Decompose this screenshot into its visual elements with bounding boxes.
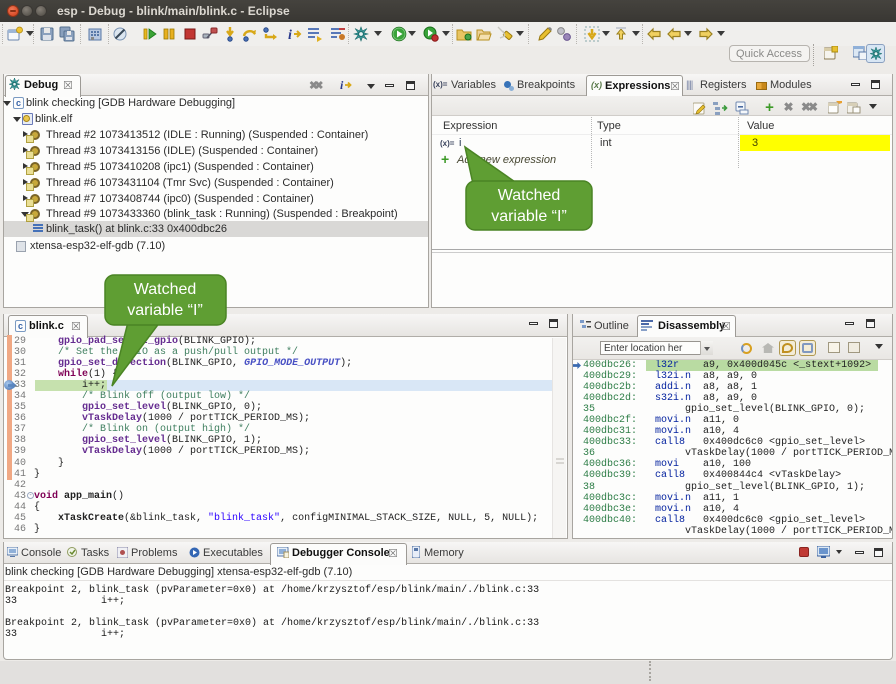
svg-text:i: i bbox=[288, 28, 292, 42]
svg-text:i: i bbox=[340, 79, 344, 91]
